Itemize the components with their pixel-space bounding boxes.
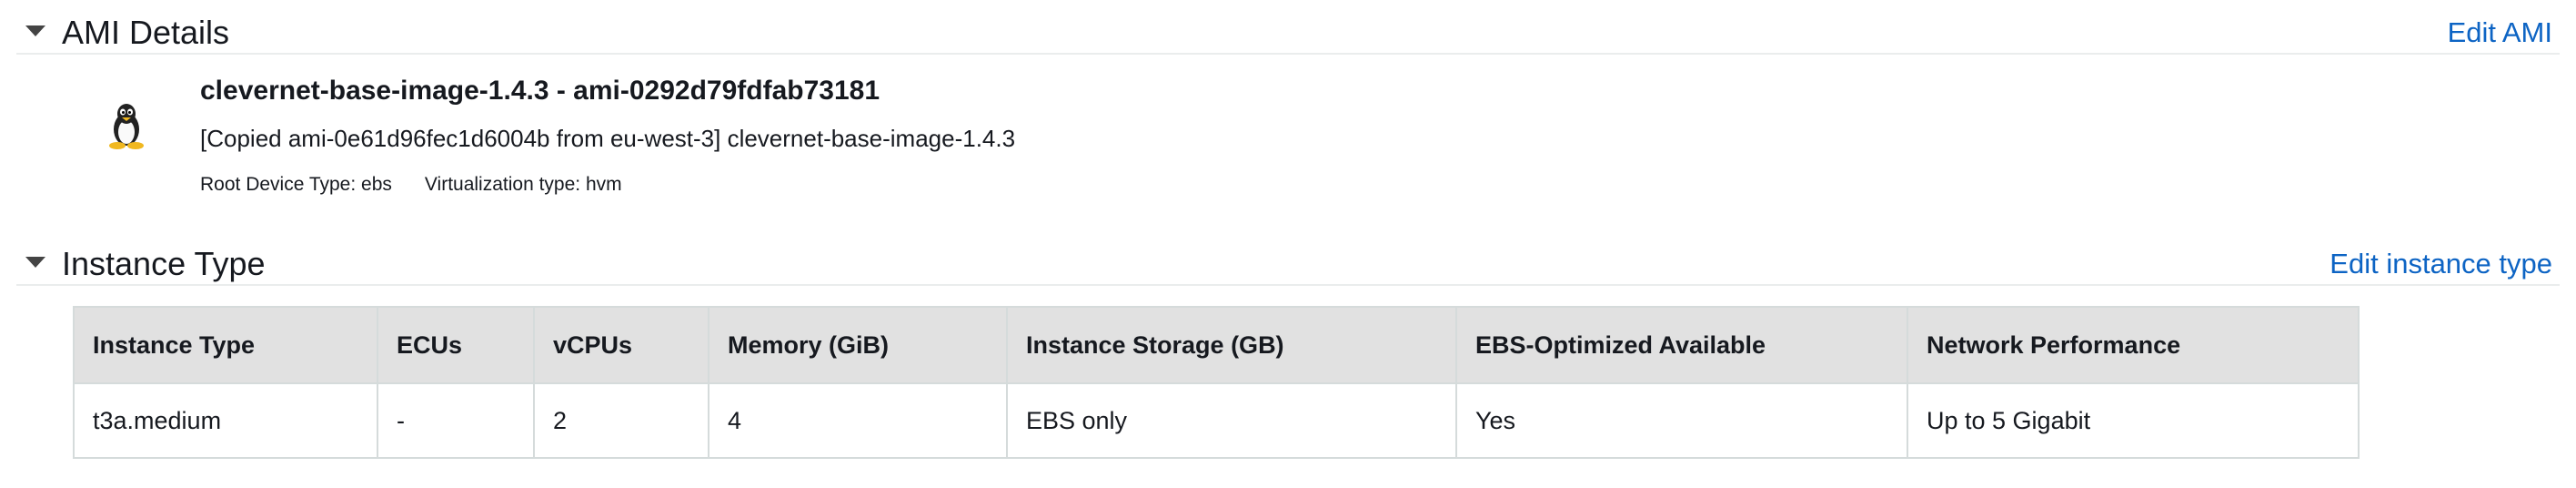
column-header: ECUs	[377, 306, 535, 384]
table-cell: Yes	[1455, 382, 1908, 459]
instance-type-table-wrap: Instance Type ECUs vCPUs Memory (GiB) In…	[73, 306, 2360, 459]
column-header: Network Performance	[1907, 306, 2360, 384]
ami-meta: Root Device Type: ebs Virtualization type…	[200, 171, 622, 198]
ami-description: [Copied ami-0e61d96fec1d6004b from eu-we…	[200, 125, 1016, 152]
ami-name: clevernet-base-image-1.4.3 - ami-0292d79…	[200, 76, 880, 106]
ami-details-section: AMI Details Edit AMI clevernet-base-imag…	[16, 13, 2560, 228]
instance-type-header: Instance Type Edit instance type	[16, 244, 2560, 286]
column-header: vCPUs	[533, 306, 709, 384]
ami-details-header: AMI Details Edit AMI	[16, 13, 2560, 55]
table-cell: t3a.medium	[73, 382, 378, 459]
column-header: EBS-Optimized Available	[1455, 306, 1908, 384]
table-cell: -	[377, 382, 535, 459]
collapse-caret-icon[interactable]	[25, 25, 45, 36]
table-cell: 4	[708, 382, 1008, 459]
table-cell: Up to 5 Gigabit	[1907, 382, 2360, 459]
table-cell: 2	[533, 382, 709, 459]
instance-type-section: Instance Type Edit instance type Instanc…	[16, 244, 2560, 459]
ami-details-body: clevernet-base-image-1.4.3 - ami-0292d79…	[16, 55, 2560, 228]
instance-type-title[interactable]: Instance Type	[62, 244, 266, 284]
virtualization-type: Virtualization type: hvm	[424, 174, 622, 195]
table-row: t3a.medium - 2 4 EBS only Yes Up to 5 Gi…	[73, 382, 2360, 459]
root-device-type: Root Device Type: ebs	[200, 174, 392, 195]
column-header: Instance Type	[73, 306, 378, 384]
table-header-row: Instance Type ECUs vCPUs Memory (GiB) In…	[73, 306, 2360, 384]
column-header: Instance Storage (GB)	[1006, 306, 1457, 384]
instance-type-table: Instance Type ECUs vCPUs Memory (GiB) In…	[73, 306, 2360, 459]
ami-details-title[interactable]: AMI Details	[62, 13, 229, 53]
linux-tux-icon	[106, 102, 147, 149]
collapse-caret-icon[interactable]	[25, 257, 45, 268]
edit-ami-link[interactable]: Edit AMI	[2448, 13, 2552, 53]
column-header: Memory (GiB)	[708, 306, 1008, 384]
table-cell: EBS only	[1006, 382, 1457, 459]
edit-instance-type-link[interactable]: Edit instance type	[2329, 244, 2552, 284]
